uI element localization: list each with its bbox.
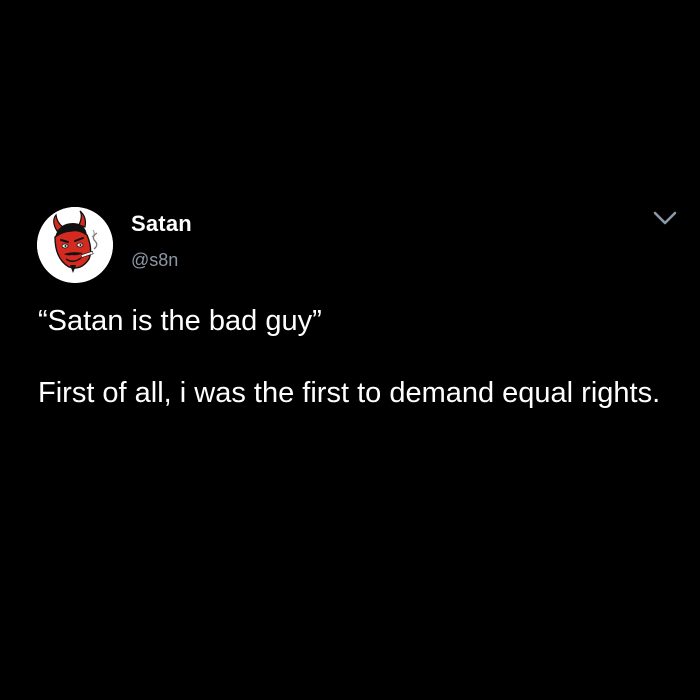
tweet-card: Satan @s8n “Satan is the bad guy” First … — [0, 0, 700, 700]
chevron-down-icon — [653, 211, 677, 225]
author-display-name[interactable]: Satan — [131, 211, 192, 237]
devil-avatar-icon — [37, 207, 113, 283]
author-handle[interactable]: @s8n — [131, 250, 178, 271]
tweet-body: “Satan is the bad guy” First of all, i w… — [38, 303, 678, 411]
tweet-text-line-body: First of all, i was the first to demand … — [38, 377, 661, 409]
tweet-menu-button[interactable] — [652, 208, 678, 228]
author-avatar[interactable] — [37, 207, 113, 283]
tweet-text-line-quote: “Satan is the bad guy” — [38, 305, 322, 337]
